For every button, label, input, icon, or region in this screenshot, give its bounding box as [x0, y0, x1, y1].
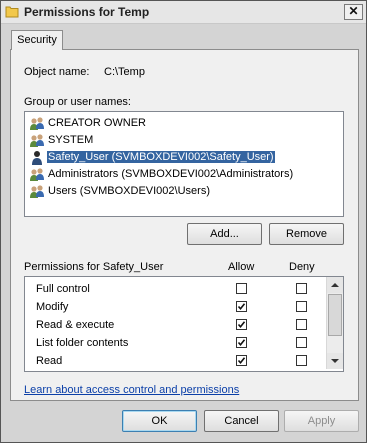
deny-checkbox[interactable] — [296, 355, 307, 366]
scroll-up-button[interactable] — [327, 277, 343, 293]
permission-name: Read & execute — [36, 319, 115, 331]
close-button[interactable]: ✕ — [344, 4, 363, 20]
group-users-icon — [30, 134, 44, 147]
access-control-help-link[interactable]: Learn about access control and permissio… — [24, 384, 239, 396]
permissions-list: Full control Modify Read & execute List fol… — [24, 276, 344, 372]
deny-checkbox[interactable] — [296, 337, 307, 348]
group-list-label: Group or user names: — [24, 96, 131, 108]
list-item-label: CREATOR OWNER — [48, 117, 146, 129]
list-item[interactable]: Users (SVMBOXDEVI002\Users) — [27, 183, 340, 200]
permissions-header: Permissions for Safety_User — [24, 261, 164, 273]
group-users-icon — [30, 185, 44, 198]
allow-column-header: Allow — [228, 261, 255, 273]
list-item[interactable]: Administrators (SVMBOXDEVI002\Administra… — [27, 166, 340, 183]
title-bar: Permissions for Temp ✕ — [1, 1, 366, 24]
permission-row: Full control — [25, 280, 325, 298]
permission-row: List folder contents — [25, 334, 325, 352]
group-users-icon — [30, 117, 44, 130]
list-item-label: Safety_User (SVMBOXDEVI002\Safety_User) — [47, 151, 275, 163]
deny-checkbox[interactable] — [296, 319, 307, 330]
single-user-icon — [32, 151, 42, 165]
vertical-scrollbar[interactable] — [326, 277, 343, 369]
scroll-down-icon — [331, 359, 339, 363]
list-item-label: SYSTEM — [48, 134, 94, 146]
permission-name: Full control — [36, 283, 90, 295]
list-item-label: Users (SVMBOXDEVI002\Users) — [48, 185, 210, 197]
tab-security[interactable]: Security — [11, 30, 63, 50]
add-button[interactable]: Add... — [187, 223, 262, 245]
ok-button[interactable]: OK — [122, 410, 197, 432]
folder-icon — [5, 6, 19, 18]
remove-button[interactable]: Remove — [269, 223, 344, 245]
allow-checkbox[interactable] — [236, 319, 247, 330]
object-name-value: C:\Temp — [104, 66, 145, 78]
window-title: Permissions for Temp — [24, 5, 150, 19]
scroll-down-button[interactable] — [327, 353, 343, 369]
deny-checkbox[interactable] — [296, 283, 307, 294]
permission-name: Read — [36, 355, 63, 367]
list-item[interactable]: Safety_User (SVMBOXDEVI002\Safety_User) — [27, 149, 340, 166]
allow-checkbox[interactable] — [236, 355, 247, 366]
permission-row: Read — [25, 352, 325, 370]
allow-checkbox[interactable] — [236, 283, 247, 294]
permission-row: Read & execute — [25, 316, 325, 334]
permission-name: Modify — [36, 301, 69, 313]
scroll-thumb[interactable] — [328, 294, 342, 336]
object-name-label: Object name: — [24, 66, 90, 78]
group-user-list[interactable]: CREATOR OWNER SYSTEM Safety_User (SVMBOXDE… — [24, 111, 344, 217]
permission-row: Modify — [25, 298, 325, 316]
permissions-dialog: Permissions for Temp ✕ Security Object n… — [0, 0, 367, 443]
list-item[interactable]: SYSTEM — [27, 132, 340, 149]
deny-checkbox[interactable] — [296, 301, 307, 312]
permission-name: List folder contents — [36, 337, 129, 349]
allow-checkbox[interactable] — [236, 337, 247, 348]
close-icon: ✕ — [348, 4, 359, 18]
allow-checkbox[interactable] — [236, 301, 247, 312]
deny-column-header: Deny — [289, 261, 315, 273]
scroll-up-icon — [331, 283, 339, 287]
group-users-icon — [30, 168, 44, 181]
list-item-label: Administrators (SVMBOXDEVI002\Administra… — [48, 168, 294, 180]
list-item[interactable]: CREATOR OWNER — [27, 115, 340, 132]
cancel-button[interactable]: Cancel — [204, 410, 279, 432]
apply-button[interactable]: Apply — [284, 410, 359, 432]
